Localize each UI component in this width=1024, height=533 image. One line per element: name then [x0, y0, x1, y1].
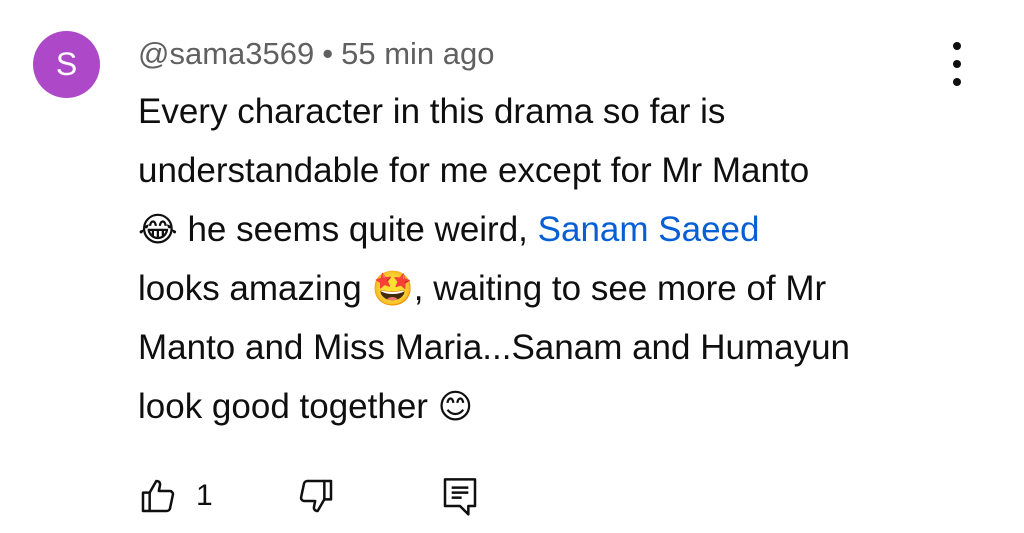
comment-fragment: he seems quite weird,: [177, 210, 538, 249]
avatar[interactable]: S: [33, 31, 100, 98]
comment-text: Every character in this drama so far is …: [138, 82, 850, 436]
thumbs-up-icon: [141, 479, 175, 513]
comment-card: S @sama3569 • 55 min ago Every character i…: [0, 0, 1024, 533]
reply-button[interactable]: [440, 472, 480, 520]
more-vertical-icon-dot: [953, 78, 961, 86]
comment-line: understandable for me except for Mr Mant…: [138, 151, 810, 190]
comment-line: Every character in this drama so far is: [138, 92, 726, 131]
like-count: 1: [196, 479, 213, 512]
more-vertical-icon: [953, 42, 961, 50]
comment-fragment: look good together: [138, 387, 438, 426]
comment-line: 😂 he seems quite weird, Sanam Saeed: [138, 200, 850, 259]
laughing-emoji-icon: 😂: [138, 210, 178, 250]
thumbs-down-icon: [299, 479, 333, 513]
comment-line: Manto and Miss Maria...Sanam and Humayun: [138, 328, 850, 367]
comment-actions: 1: [134, 472, 534, 520]
like-button[interactable]: 1: [138, 472, 213, 520]
comment-header: @sama3569 • 55 min ago: [138, 36, 495, 72]
comment-line: looks amazing 🤩, waiting to see more of …: [138, 259, 850, 318]
comment-fragment: , waiting to see more of Mr: [413, 269, 827, 308]
timestamp: 55 min ago: [341, 36, 495, 71]
more-vertical-icon-dot: [953, 60, 961, 68]
more-options-button[interactable]: [940, 42, 974, 86]
dislike-button[interactable]: [296, 472, 336, 520]
comment-line: look good together 😊: [138, 377, 850, 436]
author-handle[interactable]: @sama3569: [138, 36, 314, 71]
separator-dot: •: [322, 36, 334, 71]
comment-icon: [443, 478, 477, 516]
star-struck-emoji-icon: 🤩: [371, 269, 414, 309]
mention-link[interactable]: Sanam Saeed: [538, 210, 760, 249]
smiling-emoji-icon: 😊: [437, 387, 474, 427]
comment-fragment: looks amazing: [138, 269, 372, 308]
